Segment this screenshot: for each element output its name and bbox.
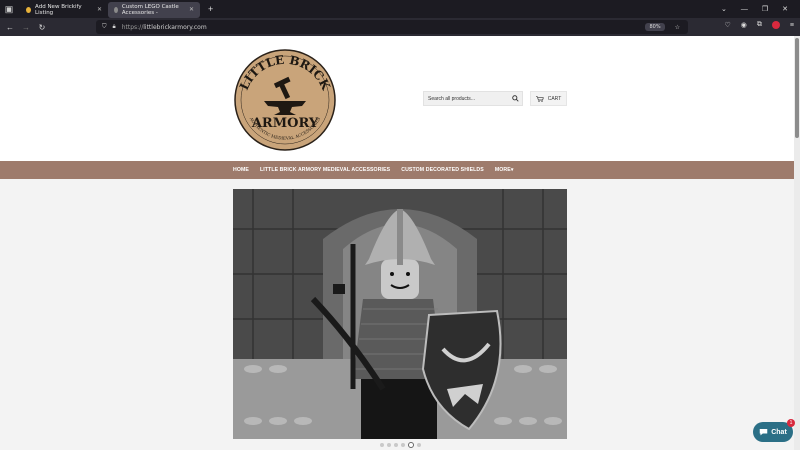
new-tab-button[interactable]: + xyxy=(208,4,213,14)
slide-dot[interactable] xyxy=(401,443,405,447)
site-header xyxy=(0,36,794,161)
shield-icon[interactable]: ⛉ xyxy=(102,23,107,31)
close-window-icon[interactable]: ✕ xyxy=(782,5,788,13)
scrollbar-thumb[interactable] xyxy=(795,38,799,138)
web-page: LITTLE BRICK ARMORY AUTHENTIC MEDIEVAL A… xyxy=(0,36,794,450)
url-host: littlebrickarmory.com xyxy=(143,23,207,31)
zoom-indicator[interactable]: 80% xyxy=(645,23,665,31)
tab-brickify[interactable]: Add New Brickify Listing ✕ xyxy=(20,2,108,18)
navigation-toolbar: ← → ↻ ⛉ 🔒︎ https://littlebrickarmory.com… xyxy=(0,18,800,36)
forward-icon[interactable]: → xyxy=(18,23,34,32)
tab-label: Add New Brickify Listing xyxy=(35,3,82,16)
back-icon[interactable]: ← xyxy=(2,23,18,32)
brickify-favicon-icon xyxy=(26,6,32,13)
cart-icon xyxy=(535,95,544,102)
slideshow-pagination xyxy=(380,442,421,448)
close-tab-icon[interactable]: ✕ xyxy=(91,6,102,13)
little-brick-armory-logo[interactable]: LITTLE BRICK ARMORY AUTHENTIC MEDIEVAL A… xyxy=(234,49,336,151)
minimize-icon[interactable]: — xyxy=(741,6,748,13)
menu-home[interactable]: HOME xyxy=(233,167,249,173)
main-menu: HOME LITTLE BRICK ARMORY MEDIEVAL ACCESS… xyxy=(0,161,794,179)
slide-dot-active[interactable] xyxy=(408,442,414,448)
account-icon[interactable]: ◉ xyxy=(741,21,747,29)
menu-more[interactable]: MORE▾ xyxy=(495,167,514,173)
tab-list-icon[interactable]: ▣ xyxy=(0,0,18,18)
site-favicon-icon xyxy=(114,6,118,13)
app-menu-icon[interactable]: ≡ xyxy=(790,22,794,29)
cart-button[interactable]: CART xyxy=(530,91,567,106)
tab-label: Custom LEGO Castle Accessories - xyxy=(121,3,179,16)
slide-dot[interactable] xyxy=(380,443,384,447)
search-input[interactable]: Search all products... xyxy=(428,96,475,102)
slide-dot[interactable] xyxy=(417,443,421,447)
extensions-icon[interactable]: ⧉ xyxy=(757,21,762,29)
cart-label: CART xyxy=(547,95,562,102)
hero-slide-image[interactable] xyxy=(233,189,567,439)
list-all-tabs-icon[interactable]: ⌄ xyxy=(721,5,727,13)
restore-icon[interactable]: ❐ xyxy=(762,5,768,13)
chat-label: Chat xyxy=(771,428,787,436)
menu-custom-shields[interactable]: CUSTOM DECORATED SHIELDS xyxy=(401,167,484,173)
tab-strip: ▣ Add New Brickify Listing ✕ Custom LEGO… xyxy=(0,0,800,18)
address-bar[interactable]: ⛉ 🔒︎ https://littlebrickarmory.com 80% ☆ xyxy=(96,20,688,34)
slide-dot[interactable] xyxy=(387,443,391,447)
lock-icon[interactable]: 🔒︎ xyxy=(113,23,116,31)
bookmark-star-icon[interactable]: ☆ xyxy=(675,24,680,31)
slide-dot[interactable] xyxy=(394,443,398,447)
chat-notification-badge: 1 xyxy=(787,419,795,427)
url-protocol: https:// xyxy=(121,23,144,31)
chat-bubble-icon xyxy=(759,429,768,436)
close-tab-icon[interactable]: ✕ xyxy=(183,6,194,13)
search-box[interactable]: Search all products... xyxy=(423,91,523,106)
chevron-down-icon: ▾ xyxy=(510,167,514,173)
page-scrollbar[interactable] xyxy=(794,36,800,450)
pocket-icon[interactable]: ♡ xyxy=(725,21,731,29)
menu-more-label: MORE xyxy=(494,167,511,173)
reload-icon[interactable]: ↻ xyxy=(34,23,50,32)
extension-badge-icon[interactable] xyxy=(771,21,780,29)
search-icon[interactable] xyxy=(508,92,522,105)
tab-little-brick-armory[interactable]: Custom LEGO Castle Accessories - ✕ xyxy=(108,1,200,18)
menu-medieval-accessories[interactable]: LITTLE BRICK ARMORY MEDIEVAL ACCESSORIES xyxy=(260,167,390,173)
